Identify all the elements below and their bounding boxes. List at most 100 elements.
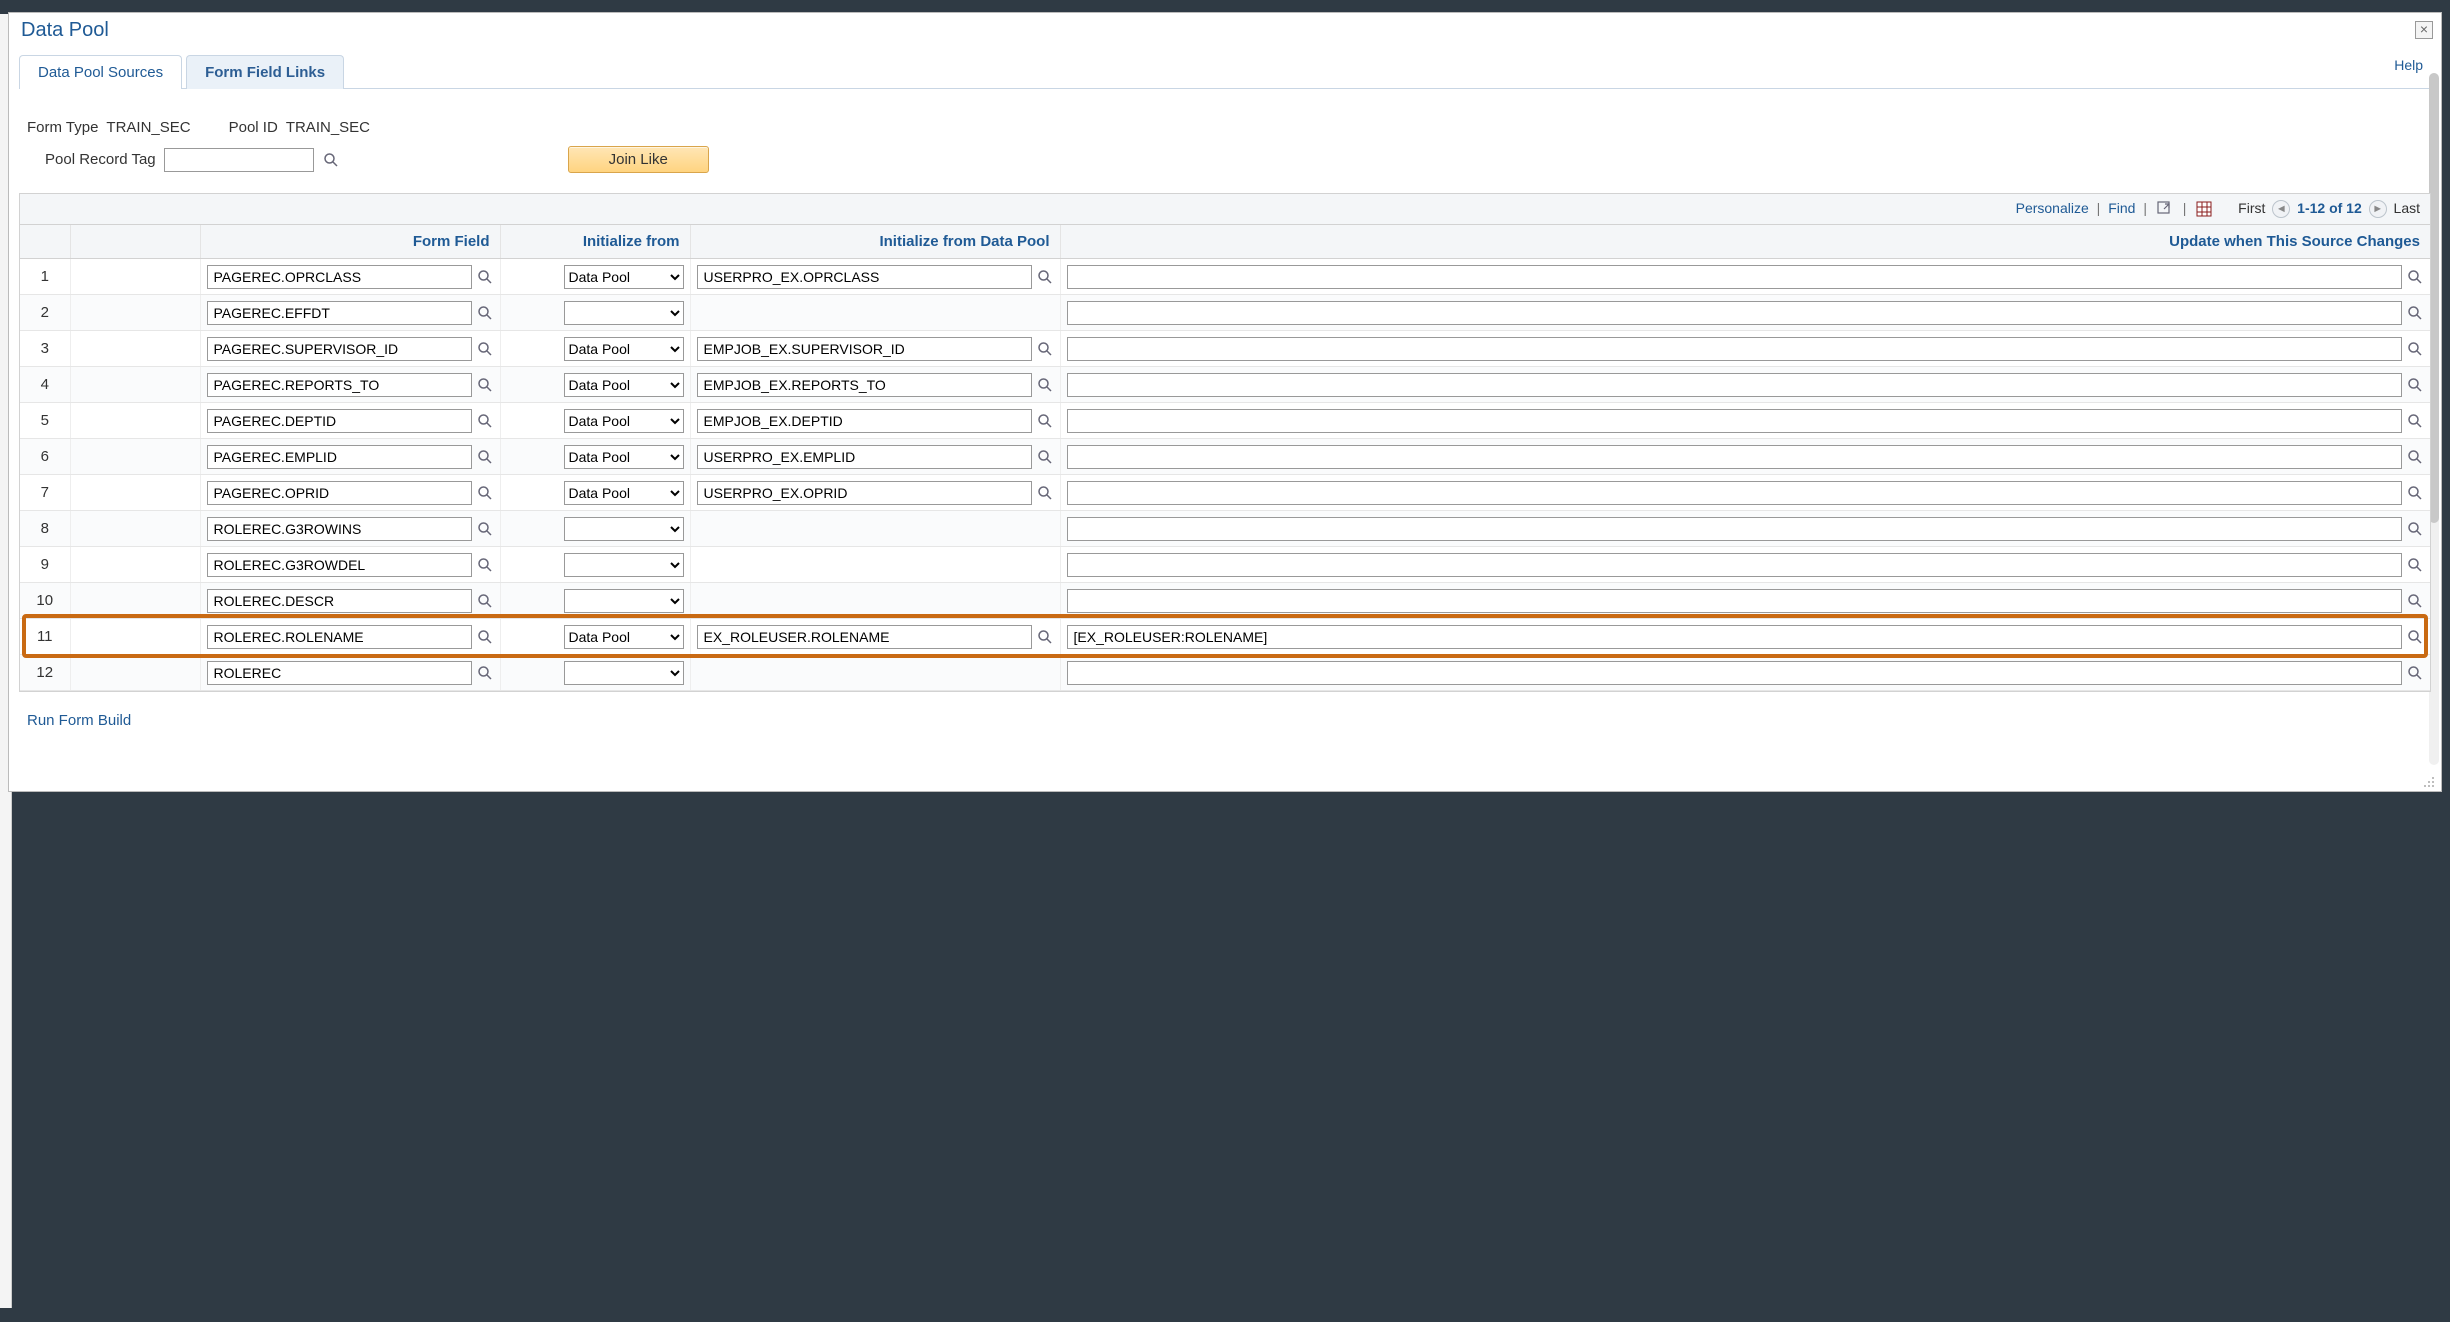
find-link[interactable]: Find	[2108, 200, 2135, 216]
lookup-icon[interactable]	[2406, 628, 2424, 646]
initialize-from-select[interactable]: Data Pool	[564, 661, 684, 685]
lookup-icon[interactable]	[2406, 592, 2424, 610]
lookup-icon[interactable]	[2406, 268, 2424, 286]
form-field-input[interactable]	[207, 589, 472, 613]
form-field-input[interactable]	[207, 661, 472, 685]
lookup-icon[interactable]	[2406, 376, 2424, 394]
init-data-pool-input[interactable]	[697, 373, 1032, 397]
nav-range: 1-12 of 12	[2297, 200, 2362, 216]
lookup-icon[interactable]	[2406, 412, 2424, 430]
initialize-from-select[interactable]: Data Pool	[564, 589, 684, 613]
initialize-from-select[interactable]: Data Pool	[564, 481, 684, 505]
form-field-input[interactable]	[207, 445, 472, 469]
form-field-input[interactable]	[207, 553, 472, 577]
lookup-icon[interactable]	[2406, 664, 2424, 682]
col-form-field[interactable]: Form Field	[200, 225, 500, 259]
init-data-pool-input[interactable]	[697, 625, 1032, 649]
initialize-from-select[interactable]: Data Pool	[564, 445, 684, 469]
lookup-icon[interactable]	[1036, 376, 1054, 394]
lookup-icon[interactable]	[2406, 520, 2424, 538]
lookup-icon[interactable]	[476, 484, 494, 502]
nav-last[interactable]: Last	[2394, 200, 2420, 216]
lookup-icon[interactable]	[1036, 448, 1054, 466]
pool-record-tag-lookup-icon[interactable]	[322, 151, 340, 169]
initialize-from-select[interactable]: Data Pool	[564, 301, 684, 325]
nav-prev-icon[interactable]: ◄	[2272, 200, 2290, 218]
initialize-from-select[interactable]: Data Pool	[564, 517, 684, 541]
initialize-from-select[interactable]: Data Pool	[564, 553, 684, 577]
row-spacer	[70, 619, 200, 655]
initialize-from-select[interactable]: Data Pool	[564, 265, 684, 289]
init-data-pool-input[interactable]	[697, 481, 1032, 505]
lookup-icon[interactable]	[1036, 412, 1054, 430]
update-when-input[interactable]	[1067, 553, 2403, 577]
lookup-icon[interactable]	[476, 268, 494, 286]
nav-next-icon[interactable]: ►	[2369, 200, 2387, 218]
initialize-from-select[interactable]: Data Pool	[564, 337, 684, 361]
update-when-input[interactable]	[1067, 409, 2403, 433]
join-like-button[interactable]: Join Like	[568, 146, 709, 173]
form-field-input[interactable]	[207, 625, 472, 649]
lookup-icon[interactable]	[476, 664, 494, 682]
lookup-icon[interactable]	[476, 592, 494, 610]
update-when-input[interactable]	[1067, 265, 2403, 289]
lookup-icon[interactable]	[476, 556, 494, 574]
initialize-from-select[interactable]: Data Pool	[564, 373, 684, 397]
tab-form-field-links[interactable]: Form Field Links	[186, 55, 344, 89]
update-when-input[interactable]	[1067, 445, 2403, 469]
lookup-icon[interactable]	[2406, 448, 2424, 466]
form-field-input[interactable]	[207, 265, 472, 289]
lookup-icon[interactable]	[476, 520, 494, 538]
resize-grip-icon[interactable]	[2423, 775, 2437, 789]
run-form-build-link[interactable]: Run Form Build	[27, 712, 131, 729]
lookup-icon[interactable]	[476, 628, 494, 646]
lookup-icon[interactable]	[476, 412, 494, 430]
lookup-icon[interactable]	[1036, 268, 1054, 286]
lookup-icon[interactable]	[2406, 340, 2424, 358]
lookup-icon[interactable]	[1036, 340, 1054, 358]
form-field-input[interactable]	[207, 517, 472, 541]
init-data-pool-input[interactable]	[697, 445, 1032, 469]
pool-id-label: Pool ID	[229, 119, 278, 136]
pool-record-tag-input[interactable]	[164, 148, 314, 172]
lookup-icon[interactable]	[1036, 628, 1054, 646]
update-when-input[interactable]	[1067, 481, 2403, 505]
update-when-input[interactable]	[1067, 517, 2403, 541]
init-data-pool-input[interactable]	[697, 409, 1032, 433]
update-when-input[interactable]	[1067, 625, 2403, 649]
update-when-input[interactable]	[1067, 589, 2403, 613]
lookup-icon[interactable]	[2406, 556, 2424, 574]
lookup-icon[interactable]	[2406, 304, 2424, 322]
form-field-input[interactable]	[207, 481, 472, 505]
zoom-icon[interactable]	[2157, 201, 2173, 217]
initialize-from-select[interactable]: Data Pool	[564, 625, 684, 649]
form-field-input[interactable]	[207, 337, 472, 361]
help-link[interactable]: Help	[2394, 57, 2423, 73]
update-when-input[interactable]	[1067, 337, 2403, 361]
lookup-icon[interactable]	[1036, 484, 1054, 502]
lookup-icon[interactable]	[476, 376, 494, 394]
lookup-icon[interactable]	[476, 304, 494, 322]
initialize-from-select[interactable]: Data Pool	[564, 409, 684, 433]
lookup-icon[interactable]	[476, 448, 494, 466]
init-data-pool-input[interactable]	[697, 337, 1032, 361]
col-update-when[interactable]: Update when This Source Changes	[1060, 225, 2430, 259]
nav-first[interactable]: First	[2238, 200, 2265, 216]
lookup-icon[interactable]	[476, 340, 494, 358]
personalize-link[interactable]: Personalize	[2016, 200, 2089, 216]
update-when-input[interactable]	[1067, 373, 2403, 397]
lookup-icon[interactable]	[2406, 484, 2424, 502]
update-when-input[interactable]	[1067, 661, 2403, 685]
update-when-input[interactable]	[1067, 301, 2403, 325]
col-rownum	[20, 225, 70, 259]
form-field-input[interactable]	[207, 301, 472, 325]
download-grid-icon[interactable]	[2196, 201, 2212, 217]
form-field-input[interactable]	[207, 409, 472, 433]
tab-data-pool-sources[interactable]: Data Pool Sources	[19, 55, 182, 89]
col-initialize-from[interactable]: Initialize from	[500, 225, 690, 259]
close-button[interactable]: ×	[2415, 21, 2433, 39]
col-initialize-from-data-pool[interactable]: Initialize from Data Pool	[690, 225, 1060, 259]
grid-container: Personalize | Find | |	[19, 193, 2431, 692]
init-data-pool-input[interactable]	[697, 265, 1032, 289]
form-field-input[interactable]	[207, 373, 472, 397]
